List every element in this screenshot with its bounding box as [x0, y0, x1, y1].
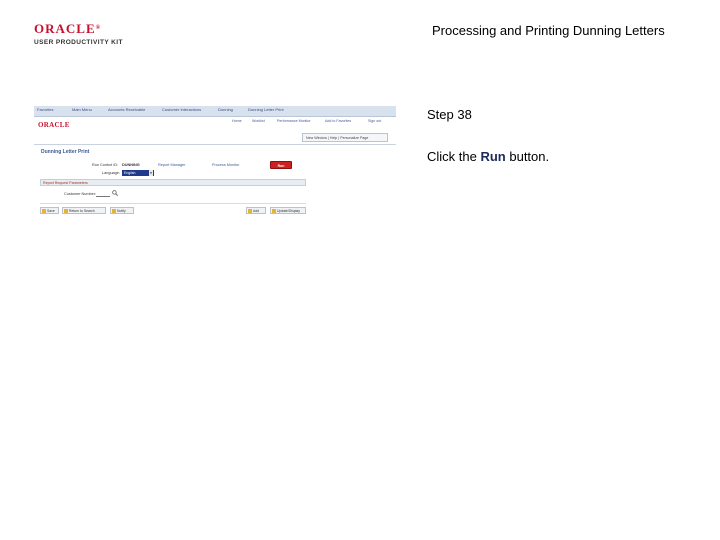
language-label: Language: [102, 171, 120, 175]
oracle-brand: ORACLE [38, 121, 70, 129]
document-title: Processing and Printing Dunning Letters [432, 23, 665, 38]
section-header: Report Request Parameters [40, 179, 306, 186]
nav-item[interactable]: Favorites [37, 107, 53, 112]
return-icon [64, 209, 68, 213]
process-monitor-link[interactable]: Process Monitor [212, 163, 239, 167]
header-divider [34, 144, 396, 145]
language-select[interactable]: English ▼ [122, 170, 154, 176]
upk-subtitle: USER PRODUCTIVITY KIT [34, 39, 123, 46]
instruction-text: Click the Run button. [427, 149, 550, 164]
nav-item[interactable]: Main Menu [72, 107, 92, 112]
notify-icon [112, 209, 116, 213]
add-button[interactable]: Add [246, 207, 266, 214]
nav-item[interactable]: Dunning [218, 107, 233, 112]
nav-item[interactable]: Accounts Receivable [108, 107, 145, 112]
save-button[interactable]: Save [40, 207, 59, 214]
run-button[interactable]: Run [270, 161, 292, 169]
save-icon [42, 209, 46, 213]
lookup-icon[interactable] [112, 190, 118, 196]
step-label: Step 38 [427, 107, 472, 122]
app-screenshot: Favorites Main Menu Accounts Receivable … [34, 106, 396, 218]
bottom-divider [40, 203, 306, 204]
oracle-wordmark: ORACLE® [34, 21, 102, 36]
update-display-button[interactable]: Update/Display [270, 207, 306, 214]
oracle-upk-logo: ORACLE® USER PRODUCTIVITY KIT [34, 22, 126, 50]
header-link-worklist[interactable]: Worklist [252, 119, 265, 123]
header-link-home[interactable]: Home [232, 119, 242, 123]
header-link-signout[interactable]: Sign out [368, 119, 381, 123]
return-to-search-button[interactable]: Return to Search [62, 207, 106, 214]
update-icon [272, 209, 276, 213]
run-control-label: Run Control ID: [92, 163, 119, 167]
run-control-value: DUNNING [122, 163, 140, 167]
header-link-favorites[interactable]: Add to Favorites [325, 119, 351, 123]
header-link-performance[interactable]: Performance Monitor [277, 119, 311, 123]
nav-item[interactable]: Customer Interactions [162, 107, 201, 112]
customer-input[interactable] [96, 192, 110, 197]
report-manager-link[interactable]: Report Manager [158, 163, 185, 167]
personalize-links[interactable]: New Window | Help | Personalize Page [302, 133, 388, 142]
add-icon [248, 209, 252, 213]
instruction-emphasis: Run [480, 149, 506, 164]
nav-item[interactable]: Dunning Letter Print [248, 107, 284, 112]
customer-label: Customer Number: [64, 192, 97, 196]
notify-button[interactable]: Notify [110, 207, 134, 214]
page-title: Dunning Letter Print [41, 149, 90, 155]
top-nav-bar: Favorites Main Menu Accounts Receivable … [34, 106, 396, 117]
chevron-down-icon: ▼ [149, 170, 153, 176]
